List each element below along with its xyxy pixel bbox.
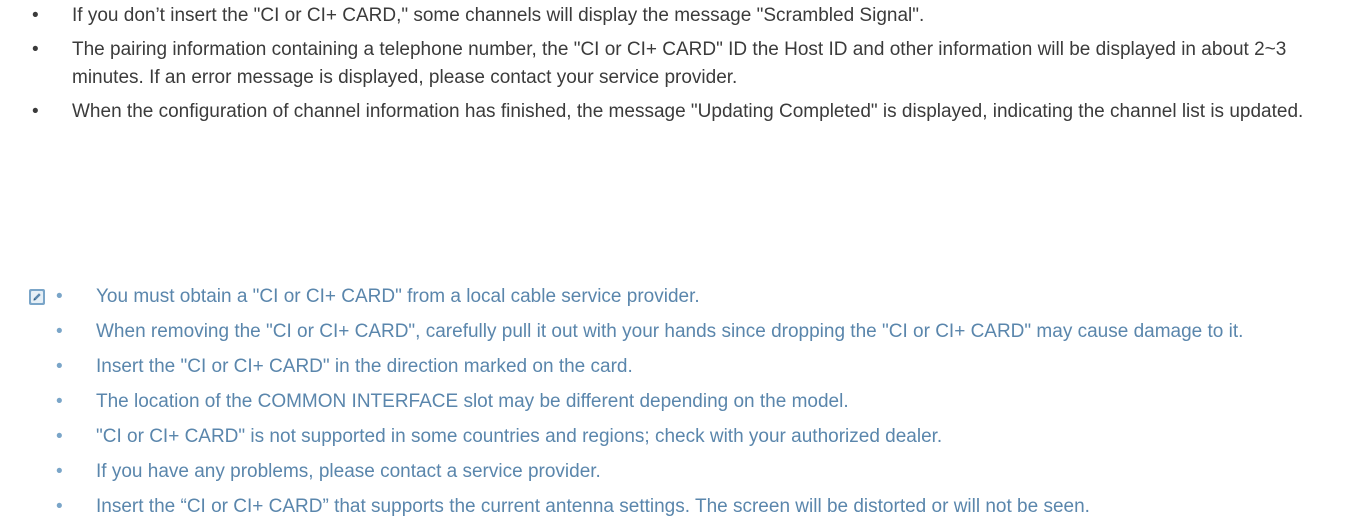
bullet-dot: • bbox=[32, 5, 39, 26]
list-item-text: If you have any problems, please contact… bbox=[96, 461, 601, 482]
list-item: • If you don’t insert the "CI or CI+ CAR… bbox=[32, 2, 1342, 30]
list-item: • If you have any problems, please conta… bbox=[56, 458, 1356, 486]
list-item-text: Insert the "CI or CI+ CARD" in the direc… bbox=[96, 356, 633, 377]
list-item-text: "CI or CI+ CARD" is not supported in som… bbox=[96, 426, 943, 447]
list-item-text: The pairing information containing a tel… bbox=[72, 39, 1287, 88]
list-item: • Insert the “CI or CI+ CARD” that suppo… bbox=[56, 493, 1356, 521]
note-pencil-icon bbox=[29, 286, 45, 305]
list-item: • The location of the COMMON INTERFACE s… bbox=[56, 388, 1356, 416]
note-bullet-list: • You must obtain a "CI or CI+ CARD" fro… bbox=[56, 283, 1356, 524]
bullet-dot: • bbox=[56, 286, 63, 307]
list-item: • You must obtain a "CI or CI+ CARD" fro… bbox=[56, 283, 1356, 311]
bullet-dot: • bbox=[56, 356, 63, 377]
list-item-text: If you don’t insert the "CI or CI+ CARD,… bbox=[72, 5, 925, 26]
list-item-text: When the configuration of channel inform… bbox=[72, 101, 1304, 122]
bullet-dot: • bbox=[56, 391, 63, 412]
bullet-dot: • bbox=[56, 321, 63, 342]
bullet-dot: • bbox=[32, 39, 39, 60]
list-item: • "CI or CI+ CARD" is not supported in s… bbox=[56, 423, 1356, 451]
bullet-dot: • bbox=[56, 426, 63, 447]
main-bullet-list: • If you don’t insert the "CI or CI+ CAR… bbox=[32, 2, 1342, 132]
list-item: • The pairing information containing a t… bbox=[32, 36, 1342, 92]
bullet-dot: • bbox=[32, 101, 39, 122]
list-item-text: You must obtain a "CI or CI+ CARD" from … bbox=[96, 286, 700, 307]
list-item-text: When removing the "CI or CI+ CARD", care… bbox=[96, 321, 1244, 342]
bullet-dot: • bbox=[56, 461, 63, 482]
list-item-text: The location of the COMMON INTERFACE slo… bbox=[96, 391, 849, 412]
list-item: • Insert the "CI or CI+ CARD" in the dir… bbox=[56, 353, 1356, 381]
list-item: • When the configuration of channel info… bbox=[32, 98, 1342, 126]
bullet-dot: • bbox=[56, 496, 63, 517]
list-item: • When removing the "CI or CI+ CARD", ca… bbox=[56, 318, 1356, 346]
list-item-text: Insert the “CI or CI+ CARD” that support… bbox=[96, 496, 1090, 517]
